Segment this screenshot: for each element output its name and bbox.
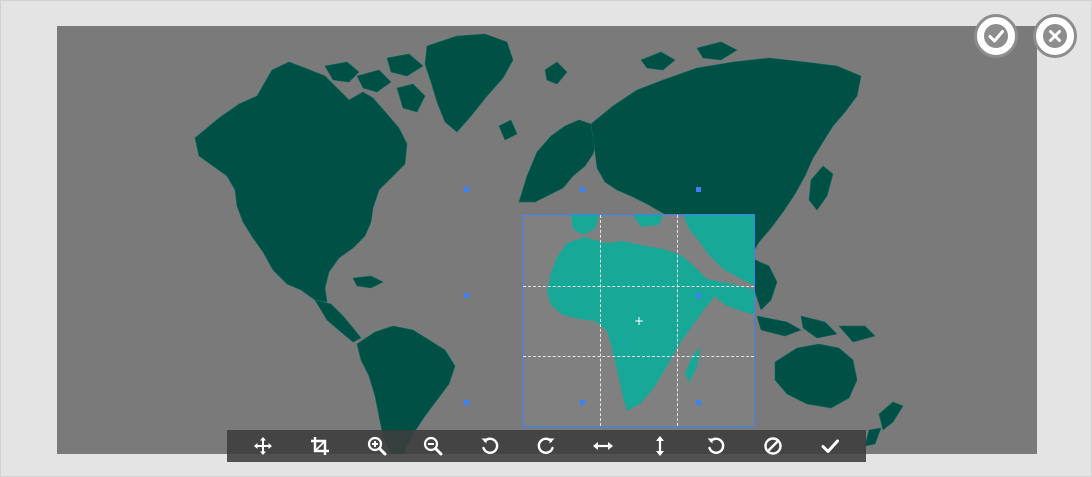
zoom-out-button[interactable] [413,430,453,462]
flip-vertical-icon [655,436,664,456]
close-circle-icon [1043,24,1067,48]
crop-selection-box[interactable]: + [522,214,755,427]
editor-frame: + [0,0,1092,477]
center-crosshair-icon: + [634,314,645,328]
move-button[interactable] [243,430,283,462]
flip-horizontal-icon [593,442,614,450]
flip-vertical-button[interactable] [640,430,680,462]
confirm-button[interactable] [974,14,1018,58]
resize-handle-n[interactable] [580,187,585,192]
rotate-left-button[interactable] [470,430,510,462]
clear-icon [764,437,782,455]
clear-button[interactable] [753,430,793,462]
resize-handle-w[interactable] [464,293,469,298]
apply-icon [821,439,839,453]
reset-icon [707,437,725,454]
rotate-left-icon [481,437,499,454]
resize-handle-sw[interactable] [464,400,469,405]
editor-toolbar [227,430,866,462]
resize-handle-nw[interactable] [464,187,469,192]
flip-horizontal-button[interactable] [583,430,623,462]
resize-handle-ne[interactable] [696,187,701,192]
zoom-in-icon [367,436,387,456]
zoom-out-icon [424,436,443,456]
check-circle-icon [984,24,1008,48]
image-canvas[interactable]: + [57,26,1037,454]
rotate-right-icon [538,437,555,454]
zoom-in-button[interactable] [357,430,397,462]
resize-handle-se[interactable] [696,400,701,405]
grid-line-v2 [677,215,678,426]
resize-handle-s[interactable] [580,400,585,405]
grid-line-h1 [523,286,754,287]
move-icon [254,437,273,455]
grid-line-v1 [600,215,601,426]
resize-handle-e[interactable] [696,293,701,298]
rotate-right-button[interactable] [526,430,566,462]
grid-line-h2 [523,356,754,357]
cancel-button[interactable] [1033,14,1077,58]
crop-icon [310,437,329,455]
reset-button[interactable] [696,430,736,462]
crop-button[interactable] [300,430,340,462]
apply-button[interactable] [810,430,850,462]
